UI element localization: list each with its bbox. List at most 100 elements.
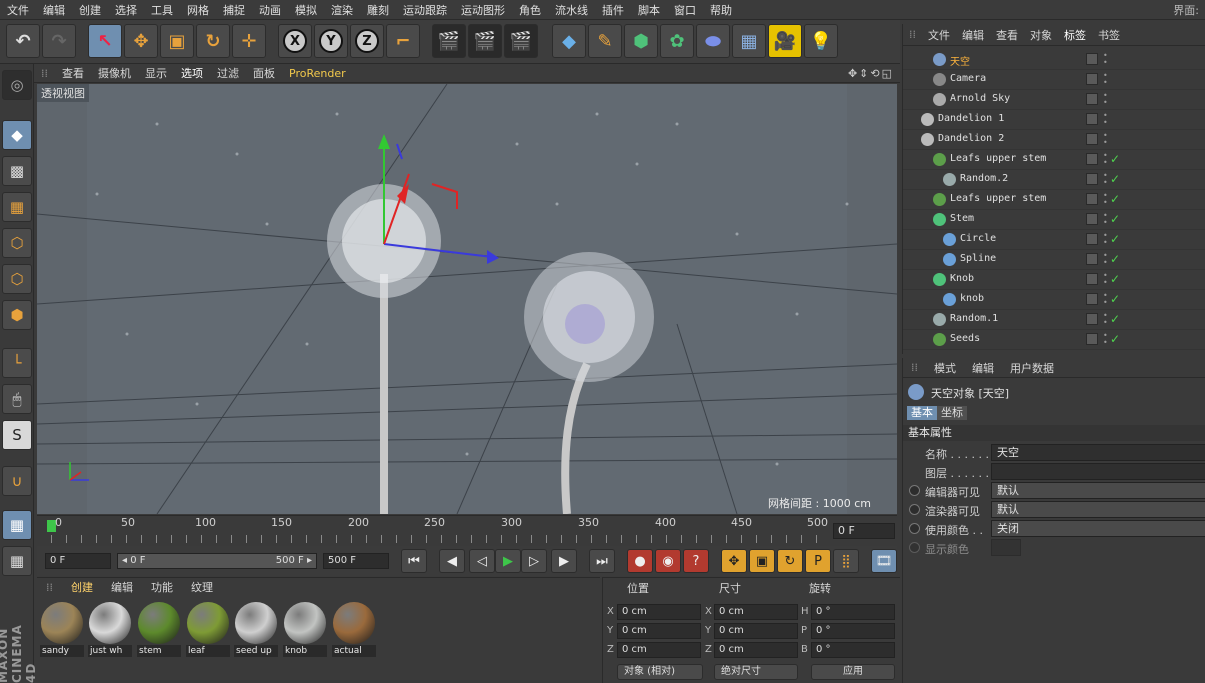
perspective-viewport[interactable]: 透视视图 网格间距 : 1000 cm xyxy=(37,84,897,514)
pen-icon[interactable]: ✎ xyxy=(588,24,622,58)
previous-frame-icon[interactable]: ◁ xyxy=(469,549,495,573)
key-scale-icon[interactable]: ▣ xyxy=(749,549,775,573)
pos-y-field[interactable]: 0 cm xyxy=(617,623,701,639)
animate-radio[interactable] xyxy=(909,485,920,496)
enabled-check-icon[interactable]: ✓ xyxy=(1110,252,1120,266)
visibility-dots-icon[interactable]: • • xyxy=(1103,292,1108,307)
attr-layer-field[interactable] xyxy=(991,463,1205,480)
animate-radio[interactable] xyxy=(909,542,920,553)
enabled-check-icon[interactable]: ✓ xyxy=(1110,272,1120,286)
coord-mode-select[interactable]: 对象 (相对) xyxy=(617,664,703,680)
sphere-mode-icon[interactable]: ◎ xyxy=(2,70,32,100)
attr-display-color-swatch[interactable] xyxy=(991,539,1021,556)
attr-name-field[interactable]: 天空 xyxy=(991,444,1205,461)
apply-button[interactable]: 应用 xyxy=(811,664,895,680)
texture-mode-icon[interactable]: ▩ xyxy=(2,156,32,186)
timeline-window-icon[interactable]: 🎞 xyxy=(871,549,897,573)
object-row[interactable]: 天空 • • xyxy=(903,50,1205,70)
subdivision-icon[interactable]: ⬢ xyxy=(624,24,658,58)
autokey-icon[interactable]: ◉ xyxy=(655,549,681,573)
move-icon[interactable]: ✥ xyxy=(124,24,158,58)
animate-radio[interactable] xyxy=(909,523,920,534)
material-swatch[interactable]: knob xyxy=(283,601,327,657)
object-row[interactable]: Leafs upper stem • • ✓ xyxy=(903,190,1205,210)
object-row[interactable]: Dandelion 2 • • xyxy=(903,130,1205,150)
deformer-icon[interactable]: ⬬ xyxy=(696,24,730,58)
om-menu-view[interactable]: 查看 xyxy=(990,27,1024,43)
key-pla-icon[interactable]: ⣿ xyxy=(833,549,859,573)
viewport-menu-view[interactable]: 查看 xyxy=(55,65,91,81)
snap-icon[interactable]: S xyxy=(2,420,32,450)
workplane-lock-icon[interactable]: ▦ xyxy=(2,510,32,540)
size-z-field[interactable]: 0 cm xyxy=(714,642,798,658)
object-row[interactable]: knob • • ✓ xyxy=(903,290,1205,310)
rot-h-field[interactable]: 0 ° xyxy=(811,604,895,620)
visibility-dots-icon[interactable]: • • xyxy=(1103,152,1108,167)
render-settings-icon[interactable]: 🎬 xyxy=(504,24,538,58)
menu-help[interactable]: 帮助 xyxy=(703,2,739,18)
tweak-mode-icon[interactable]: 🖱 xyxy=(2,384,32,414)
key-parameter-icon[interactable]: P xyxy=(805,549,831,573)
polygons-mode-icon[interactable]: ⬢ xyxy=(2,300,32,330)
layer-icon[interactable] xyxy=(1086,233,1098,245)
grid-snap-icon[interactable]: ▦ xyxy=(2,546,32,576)
viewport-menu-display[interactable]: 显示 xyxy=(138,65,174,81)
points-mode-icon[interactable]: ⬡ xyxy=(2,228,32,258)
next-key-icon[interactable]: ▶ xyxy=(551,549,577,573)
om-menu-objects[interactable]: 对象 xyxy=(1024,27,1058,43)
layer-icon[interactable] xyxy=(1086,53,1098,65)
lock-z-button[interactable]: Z xyxy=(350,24,384,58)
menu-file[interactable]: 文件 xyxy=(0,2,36,18)
visibility-dots-icon[interactable]: • • xyxy=(1103,112,1108,127)
visibility-dots-icon[interactable]: • • xyxy=(1103,252,1108,267)
next-frame-icon[interactable]: ▷ xyxy=(521,549,547,573)
go-to-end-icon[interactable]: ⏭ xyxy=(589,549,615,573)
enabled-check-icon[interactable]: ✓ xyxy=(1110,332,1120,346)
layer-icon[interactable] xyxy=(1086,153,1098,165)
menu-sculpt[interactable]: 雕刻 xyxy=(360,2,396,18)
render-view-icon[interactable]: 🎬 xyxy=(432,24,466,58)
attr-render-visible-select[interactable]: 默认 xyxy=(991,501,1205,518)
layer-icon[interactable] xyxy=(1086,273,1098,285)
floor-icon[interactable]: ▦ xyxy=(732,24,766,58)
edges-mode-icon[interactable]: ⬡ xyxy=(2,264,32,294)
object-row[interactable]: Arnold Sky • • xyxy=(903,90,1205,110)
visibility-dots-icon[interactable]: • • xyxy=(1103,92,1108,107)
menu-render[interactable]: 渲染 xyxy=(324,2,360,18)
live-selection-icon[interactable]: ↖ xyxy=(88,24,122,58)
tab-coord[interactable]: 坐标 xyxy=(937,406,967,420)
menu-edit[interactable]: 编辑 xyxy=(36,2,72,18)
menu-simulate[interactable]: 模拟 xyxy=(288,2,324,18)
object-row[interactable]: Camera • • xyxy=(903,70,1205,90)
cube-icon[interactable]: ◆ xyxy=(552,24,586,58)
visibility-dots-icon[interactable]: • • xyxy=(1103,132,1108,147)
rot-b-field[interactable]: 0 ° xyxy=(811,642,895,658)
undo-icon[interactable]: ↶ xyxy=(6,24,40,58)
visibility-dots-icon[interactable]: • • xyxy=(1103,332,1108,347)
object-row[interactable]: Seeds • • ✓ xyxy=(903,330,1205,350)
lock-x-button[interactable]: X xyxy=(278,24,312,58)
attr-editor-visible-select[interactable]: 默认 xyxy=(991,482,1205,499)
layer-icon[interactable] xyxy=(1086,93,1098,105)
object-row[interactable]: Stem • • ✓ xyxy=(903,210,1205,230)
coord-size-select[interactable]: 绝对尺寸 xyxy=(714,664,798,680)
layer-icon[interactable] xyxy=(1086,253,1098,265)
visibility-dots-icon[interactable]: • • xyxy=(1103,272,1108,287)
layer-icon[interactable] xyxy=(1086,213,1098,225)
layer-icon[interactable] xyxy=(1086,313,1098,325)
am-menu-mode[interactable]: 模式 xyxy=(926,360,964,376)
visibility-dots-icon[interactable]: • • xyxy=(1103,72,1108,87)
visibility-dots-icon[interactable]: • • xyxy=(1103,232,1108,247)
start-frame-field[interactable]: 0 F xyxy=(45,553,111,569)
object-row[interactable]: Spline • • ✓ xyxy=(903,250,1205,270)
viewport-menu-prorender[interactable]: ProRender xyxy=(282,67,353,80)
layer-icon[interactable] xyxy=(1086,173,1098,185)
menu-snap[interactable]: 捕捉 xyxy=(216,2,252,18)
material-swatch[interactable]: seed up xyxy=(234,601,278,657)
visibility-dots-icon[interactable]: • • xyxy=(1103,312,1108,327)
layer-icon[interactable] xyxy=(1086,113,1098,125)
pos-z-field[interactable]: 0 cm xyxy=(617,642,701,658)
menu-plugins[interactable]: 插件 xyxy=(595,2,631,18)
current-frame-field[interactable]: 0 F xyxy=(833,523,895,539)
object-row[interactable]: Circle • • ✓ xyxy=(903,230,1205,250)
